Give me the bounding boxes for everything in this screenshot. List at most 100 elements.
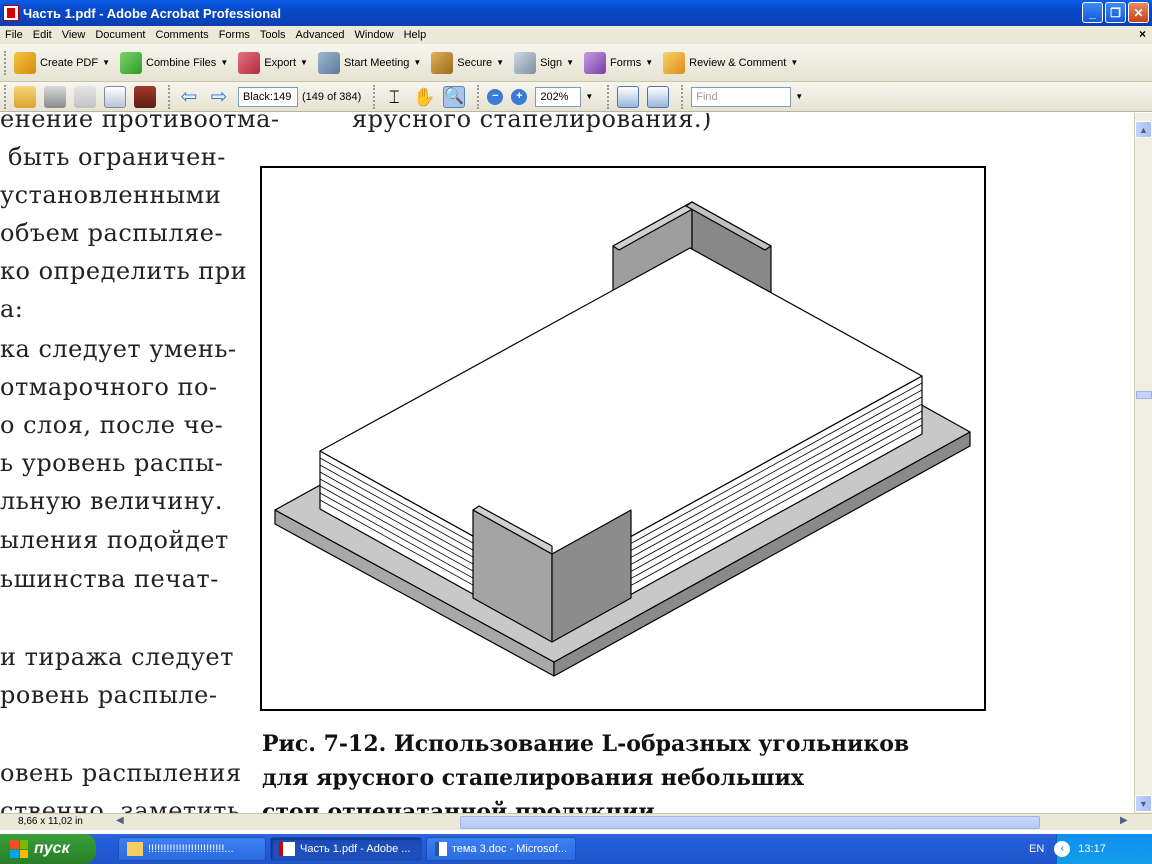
windows-flag-icon [10,840,28,858]
forms-button[interactable]: Forms ▼ [584,51,653,74]
clock: 13:17 [1078,843,1106,855]
system-tray: EN ‹ 13:17 [1029,834,1152,864]
page-count: (149 of 384) [302,90,362,103]
status-bar: 8,66 x 11,02 in ◀ ▶ [0,813,1152,830]
language-indicator[interactable]: EN [1029,843,1044,855]
zoom-field[interactable]: 202% [535,86,582,107]
find-dropdown-icon[interactable]: ▼ [795,92,803,101]
combine-files-icon [120,51,142,74]
figure-frame [260,166,986,711]
zoom-tool-icon[interactable]: 🔍 [443,85,466,108]
page-number-field[interactable]: Black:149 [238,86,298,107]
scroll-thumb[interactable] [1136,391,1152,399]
menu-window[interactable]: Window [349,29,398,41]
menu-view[interactable]: View [57,29,91,41]
document-view[interactable]: енение противоотма- ярусного стапелирова… [0,113,1134,813]
body-text-line: ьшинства печат- [0,565,219,593]
menu-comments[interactable]: Comments [151,29,214,41]
open-folder-icon[interactable] [14,85,36,108]
acrobat-icon [3,5,19,21]
start-meeting-button[interactable]: Start Meeting ▼ [317,51,421,74]
scroll-right-button[interactable]: ▶ [1120,815,1128,826]
toolbar-grip[interactable] [4,50,8,75]
menu-tools[interactable]: Tools [255,29,291,41]
body-text-line: ыления подойдет [0,526,229,554]
create-pdf-button[interactable]: Create PDF ▼ [14,51,110,74]
figure-caption-line: для ярусного стапелирования небольших [262,765,804,791]
window-title: Часть 1.pdf - Adobe Acrobat Professional [23,5,282,21]
taskbar-item-folder[interactable]: !!!!!!!!!!!!!!!!!!!!!!!!!... [118,837,266,861]
taskbar-item-acrobat[interactable]: Часть 1.pdf - Adobe ... [270,837,422,861]
horizontal-scroll-thumb[interactable] [460,816,1040,829]
page-size-label: 8,66 x 11,02 in [18,816,83,827]
minimize-button[interactable]: _ [1082,2,1103,23]
document-close-button[interactable]: × [1139,27,1146,41]
body-text-line: ь уровень распы- [0,449,224,477]
scroll-up-button[interactable]: ▲ [1135,121,1152,138]
menu-help[interactable]: Help [399,29,432,41]
toolbar-grip[interactable] [607,84,611,109]
combine-files-button[interactable]: Combine Files ▼ [120,51,228,74]
scroll-left-button[interactable]: ◀ [116,815,124,826]
print-icon[interactable] [44,85,66,108]
bridge-icon[interactable] [134,85,156,108]
menu-document[interactable]: Document [90,29,150,41]
body-text-line: льную величину. [0,487,224,515]
menu-forms[interactable]: Forms [214,29,255,41]
lock-icon [431,51,454,74]
word-icon [435,842,447,856]
body-text-line: ко определить при [0,257,248,285]
previous-page-icon[interactable]: ⇦ [178,86,200,108]
start-button[interactable]: пуск [0,834,96,864]
body-text-line: ка следует умень- [0,335,237,363]
toolbar-grip[interactable] [168,84,172,109]
pen-icon [514,51,537,74]
export-icon [238,51,261,74]
zoom-in-icon[interactable]: + [511,88,528,105]
next-page-icon[interactable]: ⇨ [208,86,230,108]
body-text-line: ственно, заметить [0,797,241,813]
body-text-line: енение противоотма- [0,113,280,133]
export-button[interactable]: Export ▼ [238,51,308,74]
menu-advanced[interactable]: Advanced [291,29,350,41]
pdf-icon [279,842,295,856]
restore-button[interactable]: ❐ [1105,2,1126,23]
taskbar: пуск !!!!!!!!!!!!!!!!!!!!!!!!!... Часть … [0,834,1152,864]
figure-caption-line: Рис. 7-12. Использование L-образных угол… [262,731,910,757]
secure-button[interactable]: Secure ▼ [431,51,504,74]
toolbar-grip[interactable] [681,84,685,109]
menu-file[interactable]: File [0,29,28,41]
toolbar-grip[interactable] [373,84,377,109]
start-meeting-icon [317,51,340,74]
body-text-line: о слоя, после че- [0,411,224,439]
sign-button[interactable]: Sign ▼ [514,51,574,74]
email-icon[interactable] [104,85,126,108]
taskbar-item-word[interactable]: тема 3.doc - Microsof... [426,837,576,861]
zoom-dropdown-icon[interactable]: ▼ [585,92,593,101]
toolbar-grip[interactable] [4,84,8,109]
find-input[interactable]: Find [691,86,792,107]
zoom-out-icon[interactable]: − [487,88,504,105]
save-icon[interactable] [74,85,96,108]
body-text-line: овень распыления [0,759,242,787]
forms-icon [584,51,607,74]
menu-edit[interactable]: Edit [28,29,57,41]
scroll-down-button[interactable]: ▼ [1135,795,1152,812]
fit-page-icon[interactable] [647,85,670,108]
body-text-line: а: [0,295,24,323]
body-text-line: отмарочного по- [0,373,218,401]
body-text-line: установленными [0,181,222,209]
body-text-line: объем распыляе- [0,219,224,247]
title-bar: Часть 1.pdf - Adobe Acrobat Professional… [0,0,1152,26]
select-tool-icon[interactable]: ⌶ [383,86,405,108]
review-comment-button[interactable]: Review & Comment ▼ [663,51,798,74]
toolbar-grip[interactable] [477,84,481,109]
body-text-line: ровень распыле- [0,681,218,709]
close-button[interactable]: ✕ [1128,2,1149,23]
tray-expand-icon[interactable]: ‹ [1054,841,1071,857]
fit-width-icon[interactable] [617,85,640,108]
hand-tool-icon[interactable]: ✋ [413,86,435,108]
vertical-scrollbar[interactable]: ▲ ▼ [1134,113,1152,813]
body-text-line: и тиража следует [0,643,234,671]
menu-bar: File Edit View Document Comments Forms T… [0,26,1152,44]
